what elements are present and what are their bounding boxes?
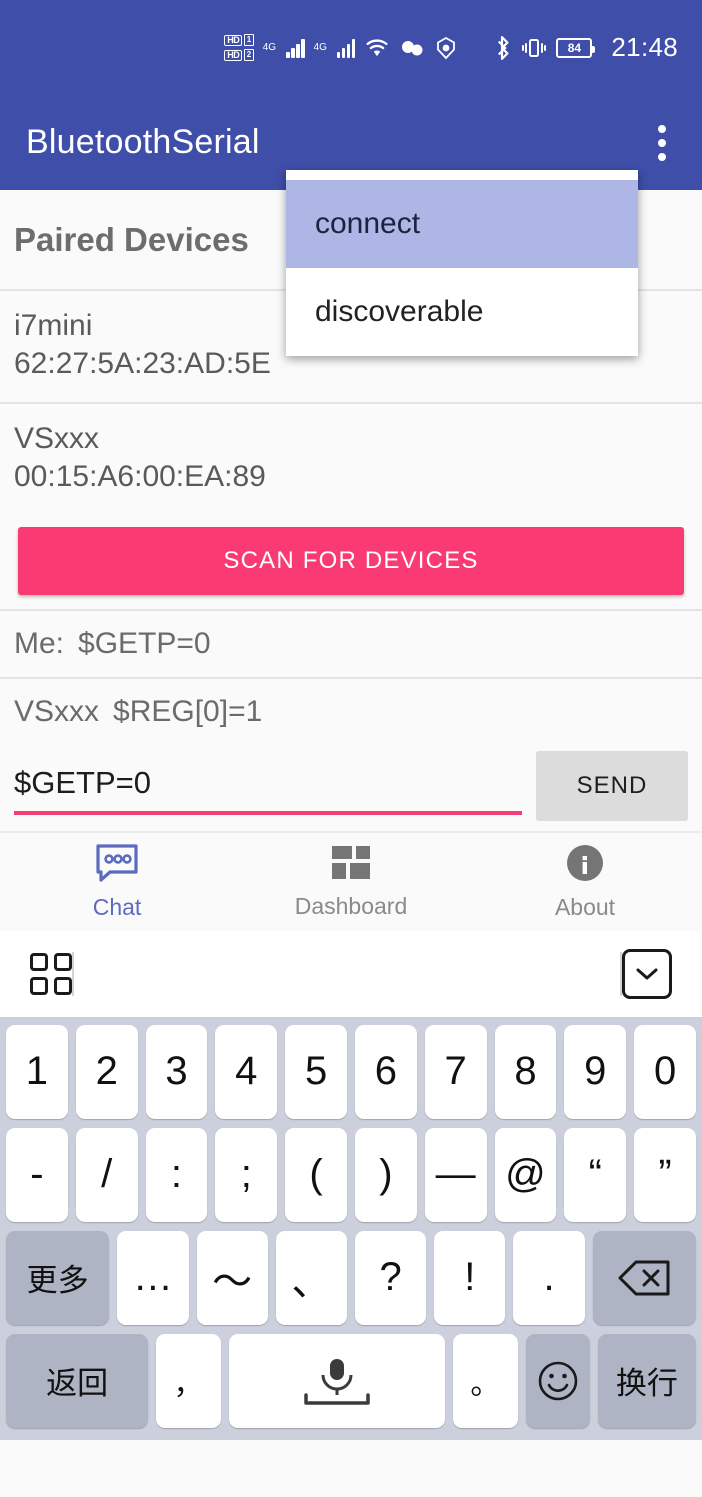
key-question-mark[interactable]: ?: [355, 1230, 427, 1325]
nav-tab-about[interactable]: About: [468, 842, 702, 921]
clock-time: 21:48: [611, 32, 678, 62]
overflow-menu-icon[interactable]: [648, 119, 676, 167]
key-colon[interactable]: :: [145, 1127, 208, 1222]
key-hyphen[interactable]: -: [6, 1127, 68, 1222]
chat-message-row: VSxxx $REG[0]=1: [0, 678, 702, 745]
key-more[interactable]: 更多: [6, 1230, 110, 1325]
message-text: $REG[0]=1: [113, 694, 263, 728]
status-bar-right-icons: 84 21:48: [492, 32, 678, 63]
keyboard-row-numbers: 1 2 3 4 5 6 7 8 9 0: [6, 1024, 696, 1119]
key-at[interactable]: @: [494, 1127, 557, 1222]
backspace-icon[interactable]: [592, 1230, 696, 1325]
status-bar: HD 1 HD 2 4G 4G 84 21:48: [0, 0, 702, 95]
message-input-field[interactable]: [14, 756, 522, 815]
scan-button-container: SCAN FOR DEVICES: [0, 514, 702, 609]
nav-label-about: About: [554, 894, 616, 921]
chat-message-row: Me: $GETP=0: [0, 610, 702, 677]
key-7[interactable]: 7: [424, 1024, 487, 1119]
message-input[interactable]: [14, 756, 522, 811]
key-exclamation-mark[interactable]: !: [434, 1230, 506, 1325]
key-9[interactable]: 9: [564, 1024, 627, 1119]
onscreen-keyboard: 1 2 3 4 5 6 7 8 9 0 - / : ; ( ) — @ “ ” …: [0, 1016, 702, 1440]
key-ideographic-period[interactable]: 。: [453, 1333, 518, 1428]
battery-indicator: 84: [556, 37, 596, 58]
chat-bubble-icon: [94, 842, 140, 889]
phone-screen: HD 1 HD 2 4G 4G 84 21:48 BluetoothSerial…: [0, 0, 702, 1497]
hd-volte-icon: HD 1 HD 2: [224, 34, 254, 61]
keyboard-toolbar-right: [622, 948, 672, 999]
scan-for-devices-button[interactable]: SCAN FOR DEVICES: [18, 526, 684, 595]
page-title: BluetoothSerial: [26, 123, 260, 161]
bluetooth-icon: [492, 35, 512, 61]
nav-label-chat: Chat: [92, 894, 142, 921]
keyboard-toolbar: [0, 930, 702, 1017]
key-left-paren[interactable]: (: [285, 1127, 347, 1222]
key-slash[interactable]: /: [75, 1127, 138, 1222]
hd-badge-sim2: HD: [224, 49, 243, 61]
key-3[interactable]: 3: [145, 1024, 208, 1119]
key-period[interactable]: .: [513, 1230, 585, 1325]
sim2-badge: 2: [244, 49, 254, 61]
grid-dashboard-icon: [330, 843, 372, 888]
hide-keyboard-chevron-icon[interactable]: [622, 948, 672, 999]
wifi-icon: [364, 38, 390, 58]
hd-badge-sim1: HD: [224, 34, 243, 46]
message-text: $GETP=0: [78, 626, 211, 660]
key-newline[interactable]: 换行: [597, 1333, 697, 1428]
key-semicolon[interactable]: ;: [215, 1127, 278, 1222]
send-button[interactable]: SEND: [536, 750, 688, 821]
signal-bars-sim1-icon: [286, 38, 305, 58]
message-sender: Me:: [14, 626, 65, 660]
smiley-icon[interactable]: [525, 1333, 590, 1428]
key-return[interactable]: 返回: [6, 1333, 149, 1428]
device-name: VSxxx: [14, 421, 100, 455]
key-close-quote[interactable]: ”: [634, 1127, 696, 1222]
key-tilde[interactable]: ～: [196, 1230, 268, 1325]
overflow-menu-popup: connect discoverable: [286, 170, 638, 356]
key-6[interactable]: 6: [354, 1024, 417, 1119]
keyboard-toolbar-left: [30, 952, 72, 995]
key-5[interactable]: 5: [285, 1024, 347, 1119]
keyboard-row-symbols-1: - / : ; ( ) — @ “ ”: [6, 1127, 696, 1222]
key-8[interactable]: 8: [494, 1024, 557, 1119]
info-circle-icon: [564, 842, 606, 889]
message-input-row: SEND: [0, 744, 702, 831]
vibrate-mode-icon: [521, 37, 547, 59]
menu-item-connect[interactable]: connect: [286, 180, 638, 268]
sim1-badge: 1: [244, 34, 254, 46]
signal-bars-sim2-icon: [336, 38, 356, 58]
nav-tab-chat[interactable]: Chat: [0, 842, 234, 921]
key-space-with-microphone[interactable]: [228, 1333, 446, 1428]
app-shield-icon: [434, 36, 458, 60]
status-bar-icons: HD 1 HD 2 4G 4G: [224, 34, 458, 61]
signal1-network-label: 4G: [262, 42, 277, 53]
keyboard-row-symbols-2: 更多 … ～ 、 ? ! .: [6, 1230, 696, 1325]
key-4[interactable]: 4: [215, 1024, 278, 1119]
paired-device-row[interactable]: VSxxx 00:15:A6:00:EA:89: [0, 403, 702, 515]
key-ideographic-comma[interactable]: 、: [275, 1230, 347, 1325]
key-comma[interactable]: ，: [156, 1333, 221, 1428]
key-2[interactable]: 2: [75, 1024, 138, 1119]
toolbar-separator: [72, 951, 74, 996]
menu-top-spacer: [286, 170, 638, 180]
key-right-paren[interactable]: ): [354, 1127, 417, 1222]
signal2-network-label: 4G: [313, 42, 327, 53]
bottom-navigation: Chat Dashboard About: [0, 830, 702, 931]
keyboard-row-bottom: 返回 ， 。 换行: [6, 1333, 697, 1428]
dual-cloud-icon: [399, 38, 425, 58]
nav-label-dashboard: Dashboard: [294, 893, 408, 920]
nav-tab-dashboard[interactable]: Dashboard: [234, 843, 468, 920]
input-underline: [14, 810, 522, 815]
key-1[interactable]: 1: [6, 1024, 68, 1119]
app-grid-icon[interactable]: [30, 952, 72, 995]
key-0[interactable]: 0: [634, 1024, 696, 1119]
key-em-dash[interactable]: —: [424, 1127, 487, 1222]
key-ellipsis[interactable]: …: [117, 1230, 189, 1325]
device-mac: 00:15:A6:00:EA:89: [14, 460, 266, 494]
menu-item-discoverable[interactable]: discoverable: [286, 268, 638, 356]
key-open-quote[interactable]: “: [564, 1127, 627, 1222]
message-sender: VSxxx: [14, 694, 100, 728]
